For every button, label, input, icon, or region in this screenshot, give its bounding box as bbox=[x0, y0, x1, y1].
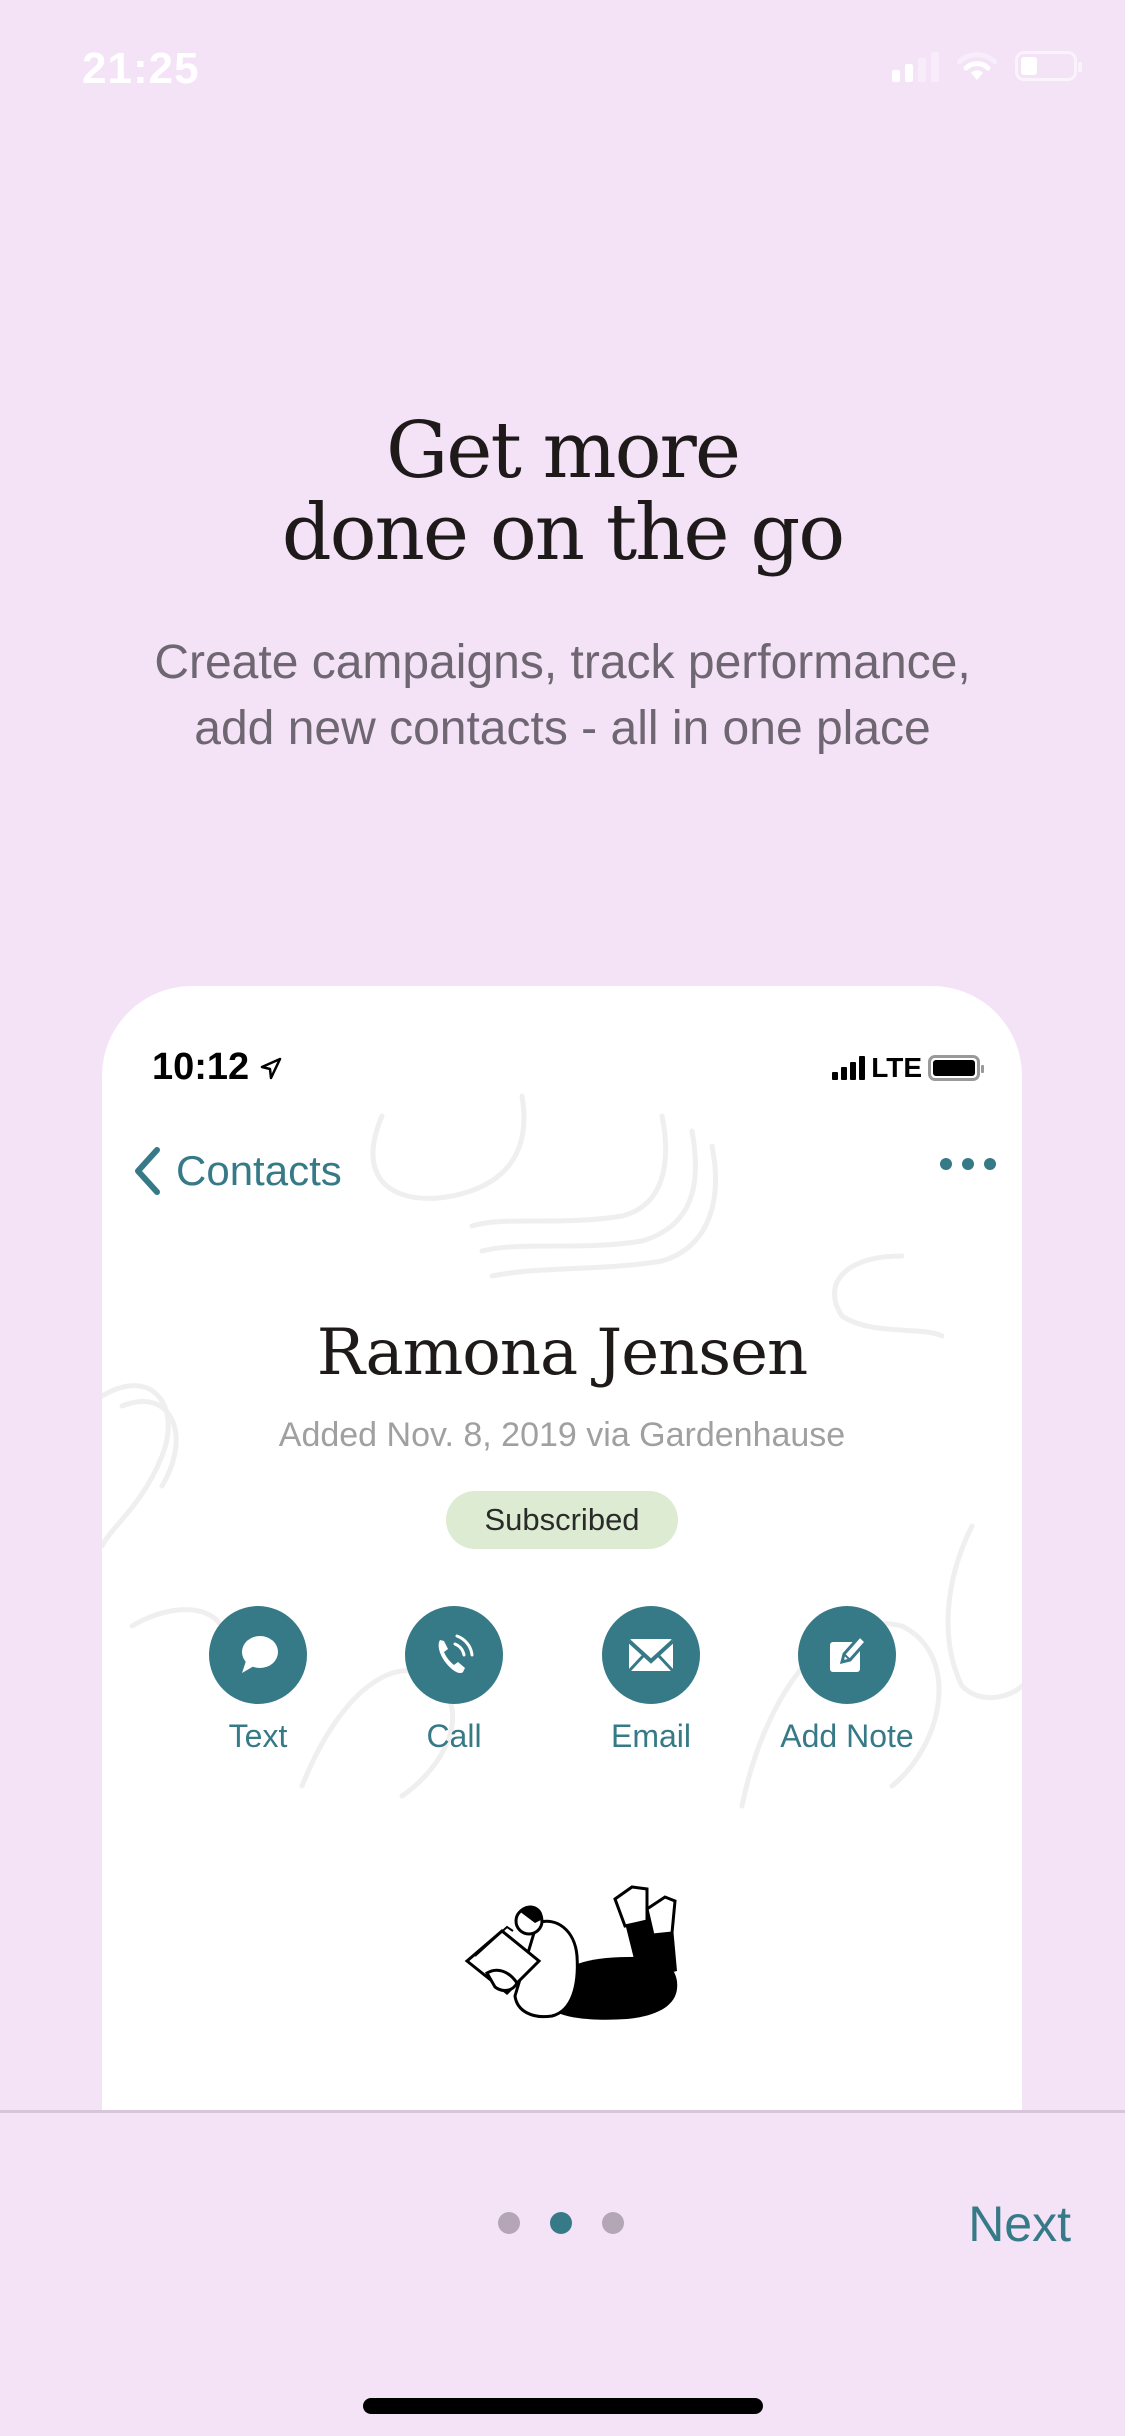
page-dot-3[interactable] bbox=[602, 2212, 624, 2234]
subtitle-line-2: add new contacts - all in one place bbox=[194, 702, 931, 755]
call-action-label: Call bbox=[426, 1718, 482, 1754]
call-action-button[interactable]: Call bbox=[354, 1606, 554, 1755]
add-note-action-label: Add Note bbox=[780, 1718, 914, 1754]
preview-battery-icon bbox=[928, 1055, 984, 1081]
text-action-label: Text bbox=[228, 1718, 288, 1754]
cellular-signal-icon bbox=[892, 50, 939, 82]
headline-line-2: done on the go bbox=[281, 488, 846, 578]
headline-line-1: Get more bbox=[386, 406, 741, 496]
subtitle-line-1: Create campaigns, track performance, bbox=[154, 636, 971, 689]
preview-system-icons: LTE bbox=[832, 1052, 986, 1084]
page-dot-1[interactable] bbox=[498, 2212, 520, 2234]
onboarding-headline: Get more done on the go bbox=[0, 410, 1125, 574]
preview-network-label: LTE bbox=[871, 1052, 922, 1083]
chevron-left-icon bbox=[135, 1147, 160, 1195]
status-badge: Subscribed bbox=[446, 1491, 678, 1549]
contact-added-info: Added Nov. 8, 2019 via Gardenhause bbox=[278, 1416, 846, 1454]
preview-status-bar: 10:12 LTE bbox=[152, 1046, 986, 1096]
back-to-contacts-button[interactable]: Contacts bbox=[132, 1146, 342, 1196]
next-button[interactable]: Next bbox=[968, 2195, 1071, 2253]
status-time: 21:25 bbox=[82, 44, 200, 93]
onboarding-subtitle: Create campaigns, track performance, add… bbox=[0, 630, 1125, 762]
person-reading-illustration bbox=[464, 1885, 678, 2020]
more-options-icon[interactable] bbox=[940, 1158, 996, 1170]
status-bar: 21:25 bbox=[0, 0, 1125, 140]
battery-icon bbox=[1015, 51, 1082, 81]
page-dot-2-active[interactable] bbox=[550, 2212, 572, 2234]
preview-time-text: 10:12 bbox=[152, 1046, 250, 1088]
edit-note-icon bbox=[830, 1633, 869, 1672]
back-label: Contacts bbox=[176, 1147, 342, 1194]
contact-name: Ramona Jensen bbox=[316, 1316, 808, 1390]
footer-divider bbox=[0, 2110, 1125, 2113]
preview-time: 10:12 bbox=[152, 1046, 282, 1089]
preview-signal-icon bbox=[832, 1056, 866, 1080]
envelope-icon bbox=[627, 1639, 675, 1673]
system-icons bbox=[892, 50, 1082, 82]
contact-actions: Text Call Email Add Note bbox=[102, 1606, 1022, 1776]
wifi-icon bbox=[957, 52, 997, 80]
location-arrow-icon bbox=[260, 1057, 282, 1080]
page-indicator bbox=[498, 2212, 624, 2234]
phone-preview: 10:12 LTE Contacts Ramona Jensen Added N… bbox=[102, 986, 1022, 2110]
home-indicator[interactable] bbox=[363, 2398, 763, 2414]
text-action-button[interactable]: Text bbox=[158, 1606, 358, 1755]
add-note-action-button[interactable]: Add Note bbox=[747, 1606, 947, 1755]
chat-bubble-icon bbox=[242, 1636, 278, 1673]
email-action-button[interactable]: Email bbox=[551, 1606, 751, 1755]
email-action-label: Email bbox=[610, 1718, 691, 1754]
phone-call-icon bbox=[438, 1634, 474, 1674]
